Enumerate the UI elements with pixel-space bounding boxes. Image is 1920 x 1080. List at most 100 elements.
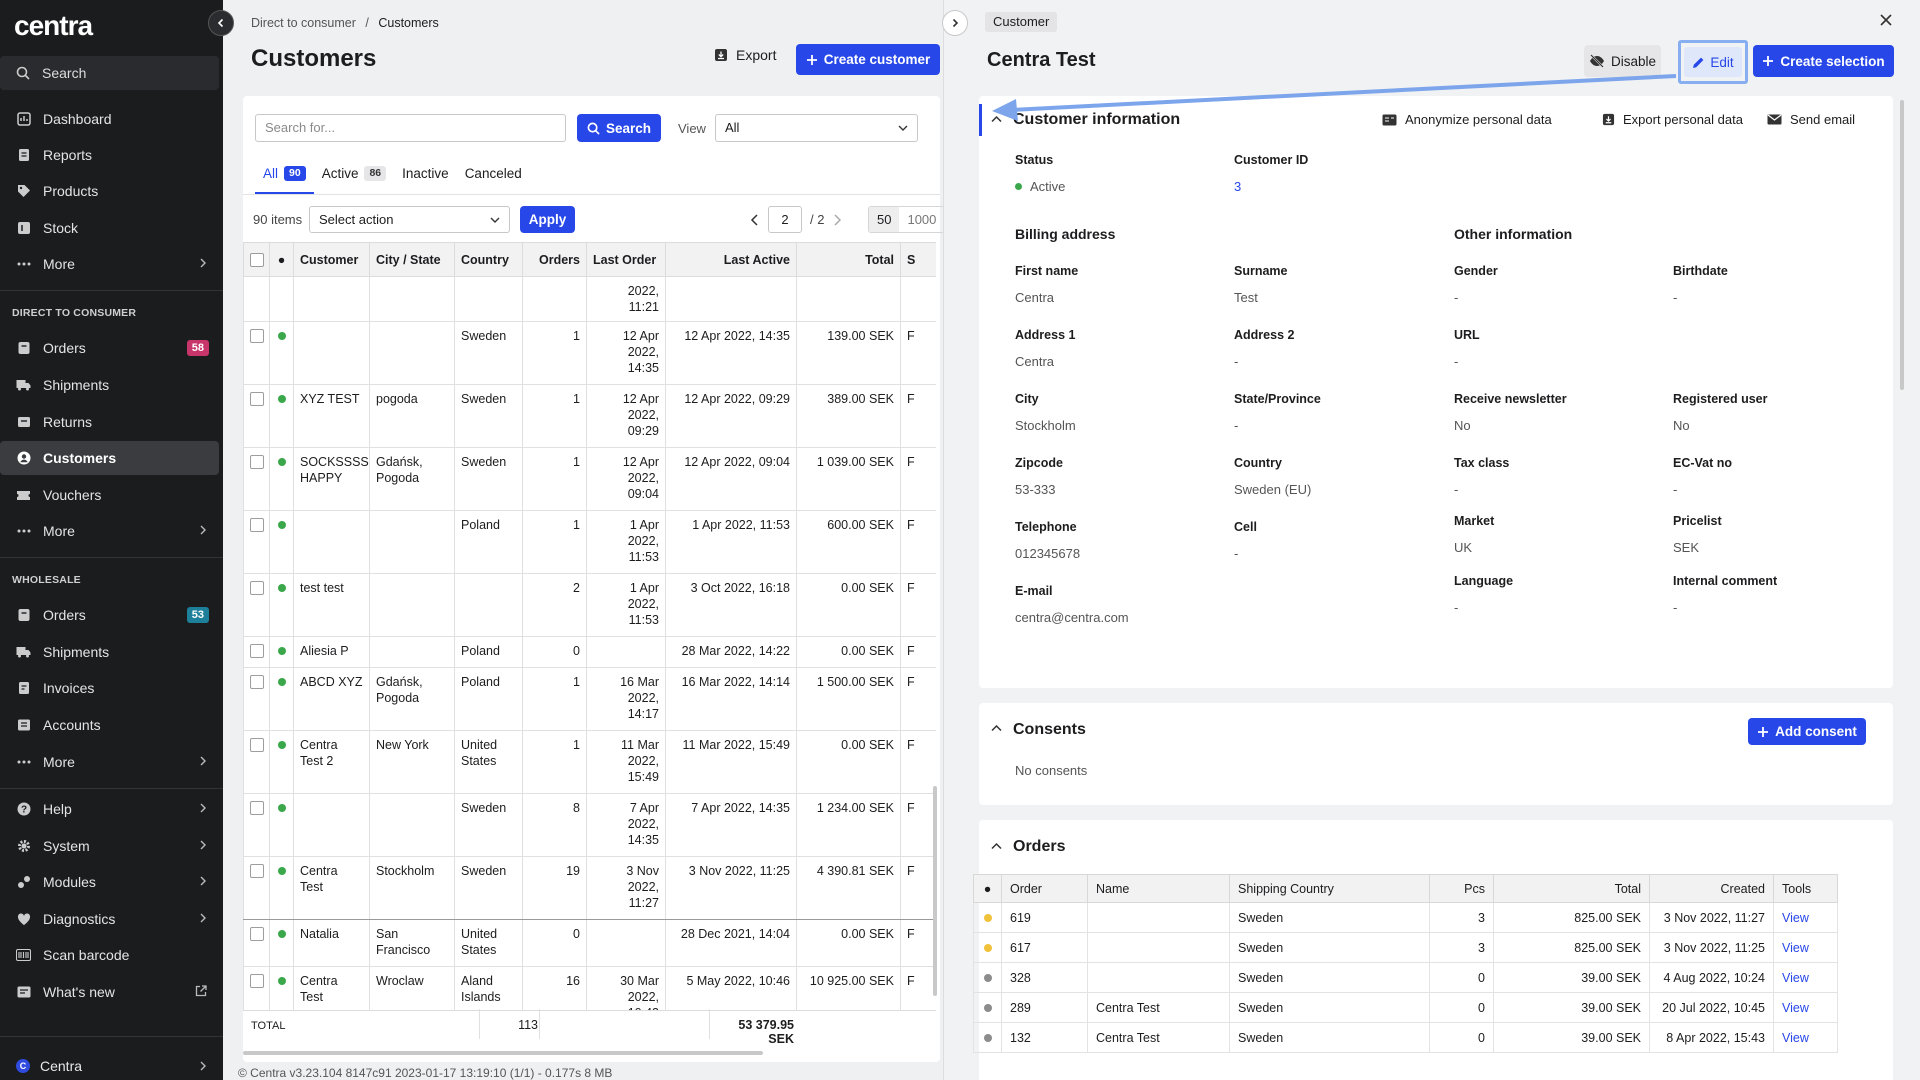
sidebar-item-dtc-shipments[interactable]: Shipments [0,368,219,402]
edit-button[interactable]: Edit [1684,47,1742,77]
sidebar-item-ws-orders[interactable]: Orders 53 [0,598,219,632]
column-header[interactable]: Created [1649,874,1774,903]
sidebar-item-scan-barcode[interactable]: Scan barcode [0,938,219,972]
sidebar-item-dashboard[interactable]: Dashboard [0,102,219,136]
sidebar-item-ws-more[interactable]: More [0,745,219,779]
sidebar-item-dtc-customers[interactable]: Customers [0,441,219,475]
bulk-action-select[interactable]: Select action [309,206,510,233]
chevron-left-icon[interactable] [750,213,760,226]
expand-panel-button[interactable] [942,10,968,36]
sidebar-item-whats-new[interactable]: What's new [0,975,219,1009]
breadcrumb-parent[interactable]: Direct to consumer [251,16,356,30]
sidebar-item-ws-accounts[interactable]: Accounts [0,708,219,742]
row-checkbox[interactable] [250,455,264,469]
row-checkbox[interactable] [250,329,264,343]
row-checkbox[interactable] [250,801,264,815]
add-consent-button[interactable]: Add consent [1748,718,1866,745]
create-selection-button[interactable]: Create selection [1753,45,1894,77]
table-row[interactable]: test test 2 1 Apr 2022, 11:53 3 Oct 2022, 1… [243,573,936,637]
sidebar-item-stock[interactable]: Stock [0,211,219,245]
table-row[interactable]: Sweden 1 12 Apr 2022, 14:35 12 Apr 2022, 14… [243,321,936,385]
customer-id-link[interactable]: 3 [1234,179,1241,194]
view-order-link[interactable]: View [1782,1001,1809,1015]
tab-active[interactable]: Active 86 [314,166,394,194]
panel-scrollbar[interactable] [1900,100,1904,390]
create-customer-button[interactable]: Create customer [796,44,940,75]
column-header[interactable]: Customer [293,242,370,277]
column-header[interactable]: Name [1087,874,1230,903]
chevron-up-icon[interactable] [991,724,1002,732]
table-row[interactable]: Centra Test 2 New York United States 1 11 Ma… [243,730,936,794]
column-header[interactable]: Total [796,242,901,277]
column-header[interactable]: Last Active [665,242,797,277]
horizontal-scrollbar[interactable] [243,1051,763,1055]
export-personal-data-button[interactable]: Export personal data [1602,112,1743,127]
sidebar-item-products[interactable]: Products [0,174,219,208]
search-button[interactable]: Search [577,114,661,142]
view-order-link[interactable]: View [1782,971,1809,985]
per-page-50[interactable]: 50 [869,207,900,232]
close-icon[interactable] [1879,13,1893,27]
table-row[interactable]: SOCKSSSS HAPPY Gdańsk, Pogoda Sweden 1 12 Ap… [243,447,936,511]
row-checkbox[interactable] [250,392,264,406]
chevron-up-icon[interactable] [991,115,1002,123]
sidebar-item-dtc-vouchers[interactable]: Vouchers [0,478,219,512]
chevron-up-icon[interactable] [991,842,1002,850]
table-row[interactable]: XYZ TEST pogoda Sweden 1 12 Apr 2022, 09:29 1… [243,384,936,448]
column-header[interactable]: City / State [369,242,455,277]
sidebar-item-dtc-orders[interactable]: Orders 58 [0,331,219,365]
table-row[interactable]: ABCD XYZ Gdańsk, Pogoda Poland 1 16 Mar 2022… [243,667,936,731]
row-checkbox[interactable] [250,927,264,941]
table-row[interactable]: Poland 1 1 Apr 2022, 11:53 1 Apr 2022, 11:5… [243,510,936,574]
row-checkbox[interactable] [250,974,264,988]
row-checkbox[interactable] [250,518,264,532]
sidebar-item-system[interactable]: System [0,829,219,863]
view-order-link[interactable]: View [1782,1031,1809,1045]
column-header[interactable]: Orders [522,242,587,277]
column-header[interactable]: Country [454,242,523,277]
sidebar-item-dtc-more[interactable]: More [0,514,219,548]
table-row[interactable]: 2022, 11:21 [243,276,936,322]
page-input[interactable]: 2 [768,206,802,233]
sidebar-item-more-top[interactable]: More [0,247,219,281]
collapse-sidebar-button[interactable] [208,10,234,36]
select-all-checkbox[interactable] [250,253,264,267]
disable-button[interactable]: Disable [1584,45,1661,77]
sidebar-item-help[interactable]: ? Help [0,792,219,826]
tab-inactive[interactable]: Inactive [394,166,457,194]
export-button[interactable]: Export [714,47,776,63]
column-header[interactable]: Order [1001,874,1088,903]
table-row[interactable]: Sweden 8 7 Apr 2022, 14:35 7 Apr 2022, 14:3… [243,793,936,857]
sidebar-search[interactable]: Search [0,56,219,90]
sidebar-item-diagnostics[interactable]: Diagnostics [0,902,219,936]
tab-all[interactable]: All 90 [255,166,314,194]
centra-logo[interactable]: centra [14,10,93,42]
view-select[interactable]: All [715,114,918,142]
view-order-link[interactable]: View [1782,941,1809,955]
row-checkbox[interactable] [250,675,264,689]
column-header[interactable]: Last Order [586,242,666,277]
per-page-1000[interactable]: 1000 [899,207,944,232]
table-row[interactable]: 289 Centra Test Sweden 0 39.00 SEK 20 Jul 202… [973,992,1838,1023]
vertical-scrollbar[interactable] [933,786,937,996]
account-switcher[interactable]: C Centra [0,1052,223,1080]
table-row[interactable]: 617 Sweden 3 825.00 SEK 3 Nov 2022, 11:25 Vie… [973,932,1838,963]
column-header[interactable]: S [900,242,936,277]
row-checkbox[interactable] [250,738,264,752]
table-row[interactable]: 328 Sweden 0 39.00 SEK 4 Aug 2022, 10:24 View [973,962,1838,993]
sidebar-item-ws-invoices[interactable]: Invoices [0,671,219,705]
row-checkbox[interactable] [250,644,264,658]
column-header[interactable]: Total [1493,874,1650,903]
view-order-link[interactable]: View [1782,911,1809,925]
table-row[interactable]: Centra Test Stockholm Sweden 19 3 Nov 2022, … [243,856,936,920]
column-header[interactable]: Shipping Country [1229,874,1430,903]
send-email-button[interactable]: Send email [1767,112,1855,127]
table-row[interactable]: 132 Centra Test Sweden 0 39.00 SEK 8 Apr 2022… [973,1022,1838,1053]
column-header[interactable]: Pcs [1429,874,1494,903]
table-row[interactable]: Natalia San Francisco United States 0 28 Dec… [243,919,936,967]
table-row[interactable]: 619 Sweden 3 825.00 SEK 3 Nov 2022, 11:27 Vie… [973,902,1838,933]
chevron-right-icon[interactable] [832,213,842,226]
row-checkbox[interactable] [250,581,264,595]
sidebar-item-modules[interactable]: Modules [0,865,219,899]
table-row[interactable]: Aliesia P Poland 0 28 Mar 2022, 14:22 0.00 S… [243,636,936,668]
